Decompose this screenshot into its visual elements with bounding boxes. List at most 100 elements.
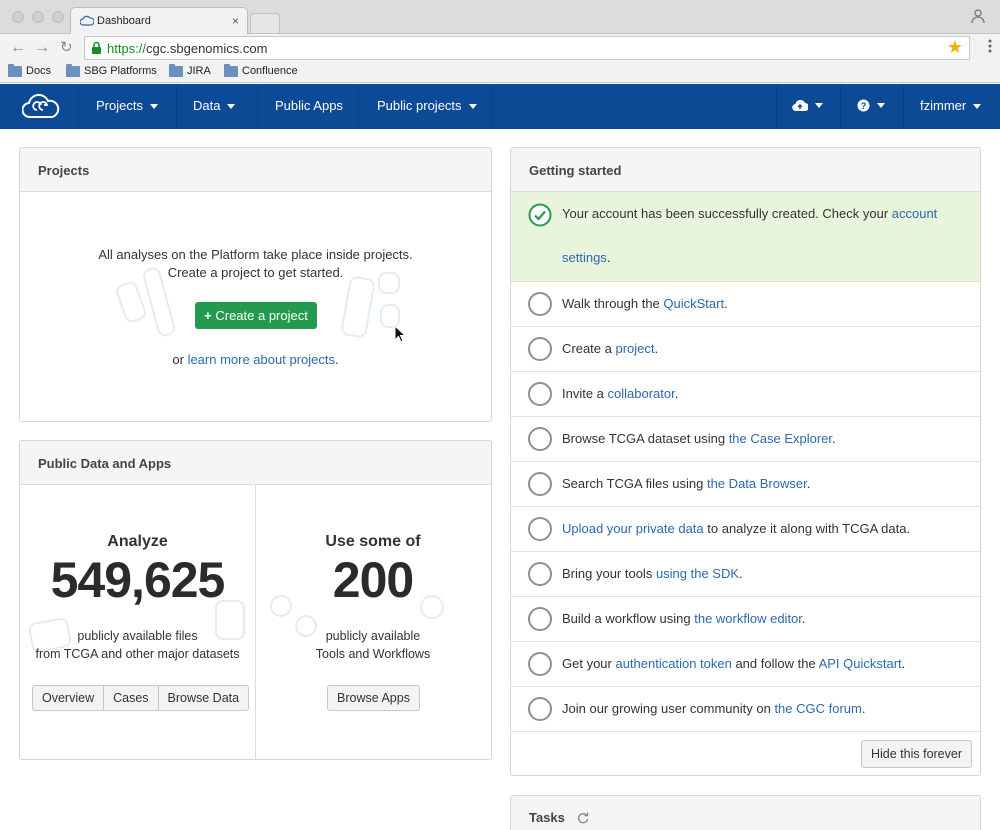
empty-circle-icon[interactable]	[528, 472, 552, 496]
nav-public-projects-dropdown[interactable]: Public projects	[377, 98, 477, 113]
getting-started-panel: Getting started Your account has been su…	[510, 147, 981, 776]
app-navbar: Projects Data Public Apps Public project…	[0, 84, 1000, 129]
step-link[interactable]: Upload your private data	[562, 521, 704, 536]
nav-divider	[176, 84, 177, 129]
step-link[interactable]: project	[615, 341, 654, 356]
reload-icon[interactable]: ↻	[60, 39, 73, 57]
overview-button[interactable]: Overview	[33, 686, 105, 710]
window-close-button[interactable]	[12, 11, 24, 23]
lock-icon	[92, 41, 101, 54]
empty-circle-icon[interactable]	[528, 292, 552, 316]
getting-started-footer: Hide this forever	[511, 732, 980, 775]
nav-projects-dropdown[interactable]: Projects	[96, 98, 158, 113]
address-bar[interactable]: https://cgc.sbgenomics.com ★	[84, 36, 970, 60]
upload-dropdown[interactable]	[792, 97, 823, 113]
apps-button-group: Browse Apps	[327, 685, 420, 711]
browser-tab-dashboard[interactable]: Dashboard ×	[70, 7, 248, 35]
empty-circle-icon[interactable]	[528, 427, 552, 451]
bookmark-jira[interactable]: JIRA	[169, 63, 211, 77]
help-dropdown[interactable]: ?	[857, 97, 885, 112]
step-link[interactable]: the Data Browser	[707, 476, 807, 491]
step-post-text: .	[739, 566, 743, 581]
projects-panel: Projects All analyses on the Platform ta…	[19, 147, 492, 422]
window-minimize-button[interactable]	[32, 11, 44, 23]
bookmark-docs[interactable]: Docs	[8, 63, 51, 77]
new-tab-button[interactable]	[250, 13, 280, 33]
learn-suffix: .	[334, 352, 339, 367]
tab-close-icon[interactable]: ×	[232, 14, 239, 28]
public-data-apps-panel: Public Data and Apps Analyze 549,625 pub…	[19, 440, 492, 760]
bookmark-star-icon[interactable]: ★	[947, 37, 963, 58]
caret-down-icon	[815, 103, 823, 109]
browser-menu-icon[interactable]	[988, 38, 992, 54]
getting-started-step: Join our growing user community on the C…	[511, 687, 980, 732]
step-text: Search TCGA files using the Data Browser…	[562, 476, 810, 491]
getting-started-step: Upload your private data to analyze it a…	[511, 507, 980, 552]
step-pre-text: Bring your tools	[562, 566, 656, 581]
empty-circle-icon[interactable]	[528, 697, 552, 721]
analyze-column: Analyze 549,625 publicly available files…	[20, 485, 256, 759]
watermark-shape	[339, 275, 377, 339]
empty-circle-icon[interactable]	[528, 382, 552, 406]
step-post-text: .	[654, 341, 659, 356]
user-menu-dropdown[interactable]: fzimmer	[920, 98, 982, 113]
browse-apps-button[interactable]: Browse Apps	[328, 686, 419, 710]
profile-icon[interactable]	[970, 8, 986, 24]
step-post-text: .	[806, 476, 811, 491]
browse-data-button[interactable]: Browse Data	[159, 686, 249, 710]
step-link[interactable]: the CGC forum	[774, 701, 861, 716]
step-post-text: .	[674, 386, 679, 401]
step-link[interactable]: the Case Explorer	[729, 431, 832, 446]
back-arrow-icon[interactable]: ←	[10, 39, 26, 57]
url-text: https://cgc.sbgenomics.com	[107, 41, 267, 56]
user-name: fzimmer	[920, 98, 967, 113]
step-pre-text: Browse TCGA dataset using	[562, 431, 729, 446]
files-desc-line2: from TCGA and other major datasets	[35, 647, 240, 661]
step-link[interactable]: using the SDK	[656, 566, 739, 581]
step-pre-text: Join our growing user community on	[562, 701, 775, 716]
empty-circle-icon[interactable]	[528, 337, 552, 361]
refresh-icon[interactable]	[577, 812, 589, 824]
step-link[interactable]: QuickStart	[663, 296, 724, 311]
nav-public-apps[interactable]: Public Apps	[275, 98, 343, 113]
apps-heading: Use some of	[325, 533, 421, 550]
learn-prefix: or	[172, 352, 188, 367]
getting-started-step: Walk through the QuickStart.	[511, 282, 980, 327]
cgc-cloud-logo-icon[interactable]	[22, 93, 60, 121]
plus-icon: +	[204, 308, 216, 323]
empty-circle-icon[interactable]	[528, 517, 552, 541]
step-post-text: .	[832, 431, 836, 446]
projects-panel-title: Projects	[20, 148, 491, 192]
nav-data-dropdown[interactable]: Data	[193, 98, 236, 113]
step-link[interactable]: collaborator	[608, 386, 675, 401]
create-project-label: Create a project	[215, 308, 308, 323]
account-created-alert: Your account has been successfully creat…	[511, 192, 980, 282]
folder-icon	[66, 63, 80, 77]
empty-circle-icon[interactable]	[528, 652, 552, 676]
step-post-text: .	[901, 656, 906, 671]
step-link[interactable]: authentication token	[615, 656, 731, 671]
url-host: cgc.sbgenomics.com	[146, 41, 268, 56]
files-desc-line1: publicly available files	[77, 629, 198, 643]
check-circle-icon	[528, 203, 552, 227]
forward-arrow-icon[interactable]: →	[34, 39, 50, 57]
bookmark-confluence[interactable]: Confluence	[224, 63, 298, 77]
getting-started-steps: Walk through the QuickStart. Create a pro…	[511, 282, 980, 732]
bookmark-sbg-platforms[interactable]: SBG Platforms	[66, 63, 157, 77]
step-link[interactable]: API Quickstart	[819, 656, 902, 671]
window-zoom-button[interactable]	[52, 11, 64, 23]
cases-button[interactable]: Cases	[104, 686, 159, 710]
learn-more-projects-link[interactable]: learn more about projects	[188, 352, 335, 367]
getting-started-step: Build a workflow using the workflow edit…	[511, 597, 980, 642]
folder-icon	[169, 63, 183, 77]
analyze-heading: Analyze	[107, 533, 168, 550]
step-pre-text: Create a	[562, 341, 616, 356]
hide-forever-button[interactable]: Hide this forever	[860, 740, 972, 768]
step-text: Get your authentication token and follow…	[562, 656, 905, 671]
bookmark-label: SBG Platforms	[84, 65, 157, 77]
empty-circle-icon[interactable]	[528, 562, 552, 586]
step-link[interactable]: the workflow editor	[694, 611, 802, 626]
empty-circle-icon[interactable]	[528, 607, 552, 631]
step-post-text: .	[861, 701, 866, 716]
create-project-button[interactable]: + Create a project	[195, 302, 317, 329]
